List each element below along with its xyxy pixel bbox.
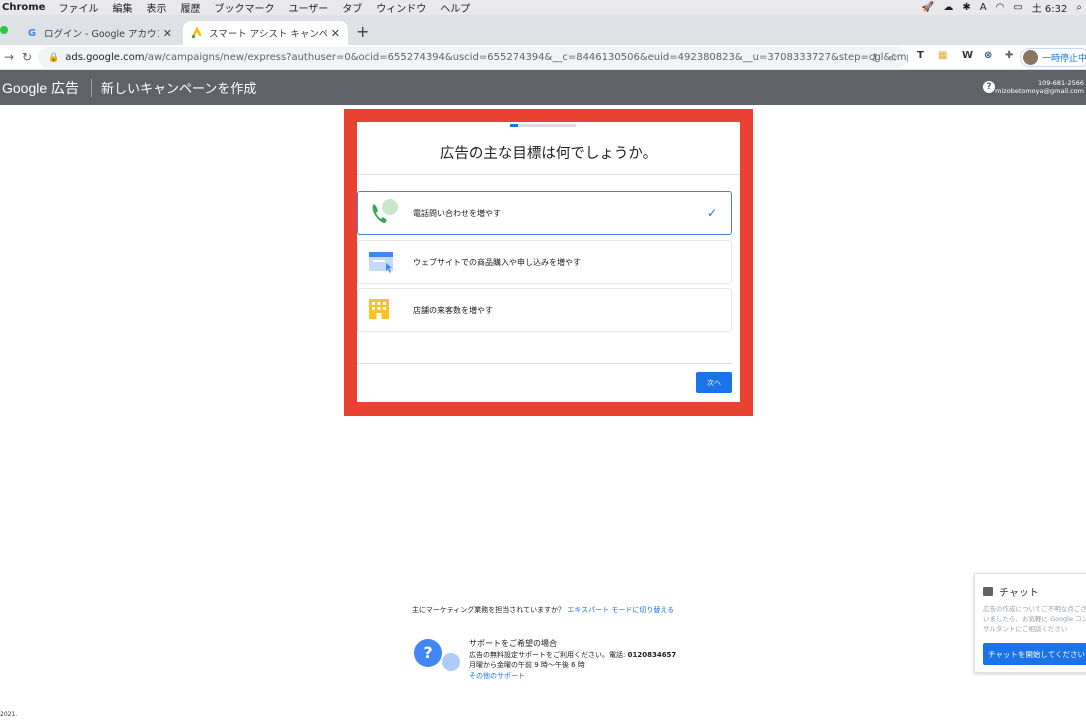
tab-google-login[interactable]: G ログイン - Google アカウント ✕: [18, 21, 180, 45]
support-phone-line: 広告の無料設定サポートをご利用ください。電話: 0120834657: [469, 650, 676, 661]
menubar-status-area: 🚀 ☁ ✱ A ◠ ▭ 土 6:32 ⌕: [922, 0, 1086, 15]
mac-menubar: Chrome ファイル 編集 表示 履歴 ブックマーク ユーザー タブ ウィンド…: [0, 0, 1086, 15]
chat-panel: チャット 広告の作成についてご不明な点ございましたら、お気軽に Google コ…: [974, 573, 1086, 673]
extension-w-icon[interactable]: W: [962, 50, 973, 61]
support-phone[interactable]: 0120834657: [628, 651, 677, 659]
help-icon[interactable]: ?: [983, 81, 995, 93]
website-icon: [366, 247, 402, 277]
menu-help[interactable]: ヘルプ: [433, 0, 477, 15]
profile-status: 一時停止中: [1042, 54, 1086, 64]
next-button[interactable]: 次へ: [696, 372, 732, 393]
address-bar[interactable]: 🔒 ads.google.com /aw/campaigns/new/expre…: [38, 47, 908, 68]
option-phone-calls[interactable]: 電話問い合わせを増やす ✓: [357, 191, 732, 235]
store-icon: [366, 295, 402, 325]
extensions-puzzle-icon[interactable]: ✚: [1005, 50, 1013, 61]
chat-title: チャット: [999, 588, 1039, 599]
chat-bubble-icon: [442, 653, 460, 671]
extension-grid-icon[interactable]: ▦: [938, 50, 947, 61]
browser-toolbar: → ↻ 🔒 ads.google.com /aw/campaigns/new/e…: [0, 45, 1086, 70]
expert-mode-prompt: 主にマーケティング業務を担当されていますか？: [411, 606, 566, 614]
divider: [357, 174, 740, 175]
tab-strip: G ログイン - Google アカウント ✕ スマート アシスト キャンペーン…: [0, 15, 1086, 45]
tab-title: スマート アシスト キャンペーン -: [209, 29, 327, 40]
menu-bookmarks[interactable]: ブックマーク: [207, 0, 281, 15]
progress-bar: [510, 124, 576, 127]
tab-smart-campaign[interactable]: スマート アシスト キャンペーン - ✕: [183, 21, 348, 45]
phone-icon: [366, 198, 402, 228]
spotlight-icon[interactable]: ⌕: [1076, 2, 1082, 13]
more-support-link[interactable]: その他のサポート: [469, 671, 676, 682]
check-icon: ✓: [706, 206, 717, 220]
account-id: 109-681-2566: [1037, 79, 1084, 87]
page-title: 新しいキャンペーンを作成: [101, 82, 257, 97]
menu-tab[interactable]: タブ: [335, 0, 369, 15]
google-g-icon: G: [27, 27, 37, 39]
extension-t-icon[interactable]: T: [917, 50, 924, 61]
option-label: 電話問い合わせを増やす: [413, 208, 501, 218]
close-icon[interactable]: ✕: [163, 27, 172, 40]
input-source-icon[interactable]: A: [980, 2, 987, 13]
wifi-icon[interactable]: ◠: [996, 2, 1005, 13]
extension-shield-icon[interactable]: ⊗: [984, 50, 992, 61]
menu-users[interactable]: ユーザー: [281, 0, 335, 15]
forward-icon[interactable]: →: [0, 50, 18, 64]
avatar: [1023, 50, 1038, 65]
menu-history[interactable]: 履歴: [173, 0, 207, 15]
option-website-purchases[interactable]: ウェブサイトでの商品購入や申し込みを増やす: [357, 240, 732, 284]
tab-title: ログイン - Google アカウント: [44, 29, 159, 40]
account-email: mizobetomoya@gmail.com: [995, 87, 1084, 95]
menu-file[interactable]: ファイル: [51, 0, 105, 15]
start-chat-button[interactable]: チャットを開始してください: [983, 643, 1086, 665]
menu-view[interactable]: 表示: [139, 0, 173, 15]
bookmark-star-icon[interactable]: ☆: [888, 51, 898, 64]
chat-description: 広告の作成についてご不明な点ございましたら、お気軽に Google コンサルタン…: [983, 605, 1086, 633]
profile-button[interactable]: 一時停止中: [1020, 48, 1086, 67]
chat-icon: [983, 587, 993, 596]
google-ads-icon: [191, 27, 203, 39]
support-phone-prefix: 広告の無料設定サポートをご利用ください。電話:: [469, 650, 628, 659]
expert-mode-line: 主にマーケティング業務を担当されていますか？ エキスパート モードに切り替える: [0, 605, 1086, 615]
ads-header: Google 広告 新しいキャンペーンを作成 ? 109-681-2566 mi…: [0, 70, 1086, 105]
window-zoom-button[interactable]: [0, 26, 8, 34]
option-label: 店舗の来客数を増やす: [413, 305, 493, 315]
chat-header: チャット: [983, 584, 1039, 599]
option-label: ウェブサイトでの商品購入や申し込みを増やす: [413, 257, 581, 267]
new-tab-button[interactable]: +: [356, 22, 369, 41]
support-text: サポートをご希望の場合 広告の無料設定サポートをご利用ください。電話: 0120…: [469, 639, 676, 681]
clock[interactable]: 土 6:32: [1032, 0, 1068, 15]
expert-mode-link[interactable]: エキスパート モードに切り替える: [567, 606, 674, 614]
key-icon[interactable]: ⚷: [871, 52, 878, 63]
close-icon[interactable]: ✕: [331, 27, 340, 40]
app-menu-chrome[interactable]: Chrome: [0, 2, 51, 13]
cloud-icon[interactable]: ☁: [943, 2, 953, 13]
goal-card: 広告の主な目標は何でしょうか。 電話問い合わせを増やす ✓ ウェブサイトでの商品…: [357, 122, 740, 402]
bluetooth-icon[interactable]: ✱: [962, 2, 970, 13]
url-host: ads.google.com: [65, 52, 145, 63]
url-path: /aw/campaigns/new/express?authuser=0&oci…: [144, 52, 908, 63]
rocket-icon[interactable]: 🚀: [922, 2, 934, 13]
option-store-visits[interactable]: 店舗の来客数を増やす: [357, 288, 732, 332]
header-divider: [91, 78, 93, 97]
menu-edit[interactable]: 編集: [105, 0, 139, 15]
menu-window[interactable]: ウィンドウ: [369, 0, 433, 15]
support-section: ? サポートをご希望の場合 広告の無料設定サポートをご利用ください。電話: 01…: [414, 637, 714, 687]
copyright-fragment: 2021.: [0, 711, 18, 718]
divider: [357, 363, 732, 364]
google-ads-logo[interactable]: Google 広告: [0, 78, 79, 98]
card-title: 広告の主な目標は何でしょうか。: [439, 146, 658, 162]
progress-fill: [510, 124, 518, 127]
support-heading: サポートをご希望の場合: [469, 639, 557, 648]
support-hours: 月曜から金曜の午前 9 時〜午後 6 時: [469, 661, 585, 669]
battery-icon[interactable]: ▭: [1013, 2, 1022, 13]
reload-icon[interactable]: ↻: [18, 50, 36, 64]
help-bubble-icon: ?: [414, 639, 442, 667]
lock-icon[interactable]: 🔒: [48, 53, 59, 63]
account-info[interactable]: 109-681-2566 mizobetomoya@gmail.com: [995, 79, 1084, 95]
